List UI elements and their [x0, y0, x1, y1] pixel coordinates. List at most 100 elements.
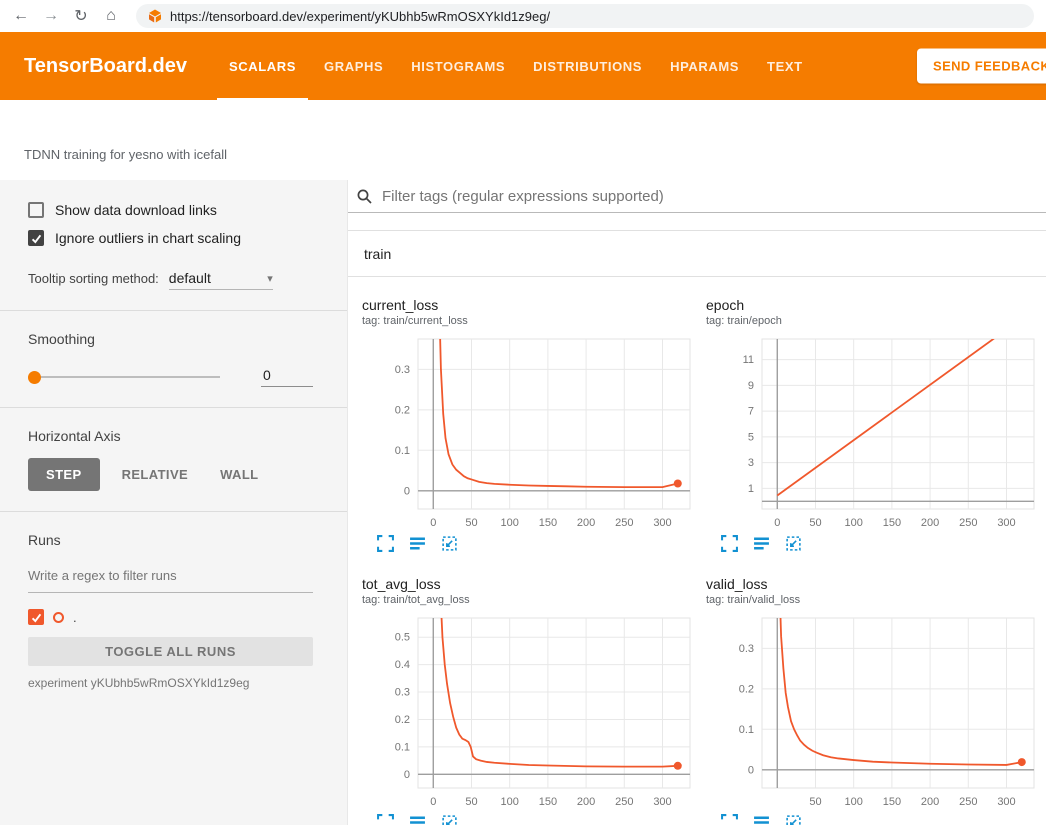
- smoothing-value-input[interactable]: 0: [261, 367, 313, 387]
- nav-tab-hparams[interactable]: HPARAMS: [656, 32, 753, 100]
- chart-tag: tag: train/epoch: [706, 315, 1042, 327]
- settings-sidebar: Show data download links Ignore outliers…: [0, 180, 348, 825]
- tag-filter-input[interactable]: [380, 187, 1038, 206]
- axis-button-wall[interactable]: WALL: [210, 458, 268, 491]
- svg-text:200: 200: [577, 517, 595, 529]
- ignore-outliers-row[interactable]: Ignore outliers in chart scaling: [28, 230, 313, 246]
- data-list-icon[interactable]: [753, 535, 770, 552]
- svg-text:50: 50: [809, 517, 821, 529]
- expand-chart-icon[interactable]: [721, 535, 738, 552]
- svg-text:100: 100: [845, 796, 863, 808]
- data-list-icon[interactable]: [409, 535, 426, 552]
- svg-text:0.1: 0.1: [395, 445, 410, 457]
- smoothing-slider[interactable]: [28, 370, 220, 384]
- svg-text:1: 1: [748, 483, 754, 495]
- slider-thumb[interactable]: [28, 371, 41, 384]
- address-bar[interactable]: https://tensorboard.dev/experiment/yKUbh…: [136, 4, 1034, 28]
- slider-track: [28, 376, 220, 378]
- data-list-icon[interactable]: [753, 814, 770, 825]
- axis-button-step[interactable]: STEP: [28, 458, 100, 491]
- browser-reload-button[interactable]: ↻: [68, 3, 94, 29]
- svg-text:100: 100: [501, 517, 519, 529]
- chart-toolbar: [362, 814, 698, 825]
- experiment-caption: experiment yKUbhb5wRmOSXYkId1z9eg: [28, 676, 313, 690]
- data-list-icon[interactable]: [409, 814, 426, 825]
- svg-text:150: 150: [883, 796, 901, 808]
- send-feedback-button[interactable]: SEND FEEDBACK: [917, 49, 1046, 84]
- svg-text:0: 0: [748, 764, 754, 776]
- fit-domain-icon[interactable]: [441, 814, 458, 825]
- svg-text:150: 150: [539, 796, 557, 808]
- divider: [0, 310, 347, 311]
- nav-tab-histograms[interactable]: HISTOGRAMS: [397, 32, 519, 100]
- tag-group-title: train: [364, 246, 391, 262]
- chart-plot[interactable]: 05010015020025030000.10.20.30.40.5: [362, 610, 698, 812]
- show-download-row[interactable]: Show data download links: [28, 202, 313, 218]
- expand-chart-icon[interactable]: [377, 535, 394, 552]
- chart-card: tot_avg_loss tag: train/tot_avg_loss 050…: [362, 576, 698, 825]
- nav-tab-scalars[interactable]: SCALARS: [215, 32, 310, 100]
- experiment-title: TDNN training for yesno with icefall: [24, 147, 227, 162]
- chart-title: epoch: [706, 297, 1042, 313]
- chart-title: valid_loss: [706, 576, 1042, 592]
- ignore-outliers-label: Ignore outliers in chart scaling: [55, 230, 241, 246]
- svg-text:200: 200: [921, 517, 939, 529]
- svg-text:250: 250: [615, 517, 633, 529]
- nav-tab-distributions[interactable]: DISTRIBUTIONS: [519, 32, 656, 100]
- run-checkbox[interactable]: [28, 609, 44, 625]
- nav-tab-graphs[interactable]: GRAPHS: [310, 32, 397, 100]
- chart-plot[interactable]: 0501001502002503001357911: [706, 331, 1042, 533]
- axis-button-relative[interactable]: RELATIVE: [112, 458, 199, 491]
- fit-domain-icon[interactable]: [785, 814, 802, 825]
- show-download-checkbox[interactable]: [28, 202, 44, 218]
- browser-toolbar: ← → ↻ ⌂ https://tensorboard.dev/experime…: [0, 0, 1046, 32]
- svg-text:100: 100: [501, 796, 519, 808]
- svg-text:200: 200: [921, 796, 939, 808]
- run-row[interactable]: .: [28, 609, 313, 625]
- chart-toolbar: [706, 814, 1042, 825]
- svg-text:300: 300: [997, 517, 1015, 529]
- browser-home-button[interactable]: ⌂: [98, 3, 124, 29]
- chevron-down-icon: ▾: [267, 272, 273, 285]
- divider: [0, 511, 347, 512]
- chart-toolbar: [362, 535, 698, 552]
- svg-text:7: 7: [748, 406, 754, 418]
- browser-forward-button[interactable]: →: [38, 3, 64, 29]
- horizontal-axis-buttons: STEP RELATIVE WALL: [28, 458, 313, 491]
- tag-filter-row: [348, 180, 1046, 213]
- svg-text:9: 9: [748, 380, 754, 392]
- svg-text:5: 5: [748, 431, 754, 443]
- horizontal-axis-label: Horizontal Axis: [28, 428, 313, 444]
- chart-title: current_loss: [362, 297, 698, 313]
- svg-text:0.1: 0.1: [739, 724, 754, 736]
- svg-text:0.1: 0.1: [395, 741, 410, 753]
- svg-text:0.4: 0.4: [395, 659, 410, 671]
- ignore-outliers-checkbox[interactable]: [28, 230, 44, 246]
- chart-plot[interactable]: 5010015020025030000.10.20.3: [706, 610, 1042, 812]
- svg-text:50: 50: [465, 517, 477, 529]
- expand-chart-icon[interactable]: [721, 814, 738, 825]
- app-logo[interactable]: TensorBoard.dev: [24, 55, 187, 78]
- search-icon: [356, 188, 373, 205]
- experiment-bar: TDNN training for yesno with icefall: [0, 100, 1046, 180]
- expand-chart-icon[interactable]: [377, 814, 394, 825]
- browser-back-button[interactable]: ←: [8, 3, 34, 29]
- svg-text:0.3: 0.3: [739, 643, 754, 655]
- fit-domain-icon[interactable]: [785, 535, 802, 552]
- chart-plot[interactable]: 05010015020025030000.10.20.3: [362, 331, 698, 533]
- runs-filter-input[interactable]: [28, 564, 313, 593]
- tooltip-sorting-select[interactable]: default ▾: [169, 270, 273, 290]
- tag-group-header[interactable]: train: [348, 231, 1046, 277]
- runs-label: Runs: [28, 532, 313, 548]
- svg-text:0.5: 0.5: [395, 632, 410, 644]
- chart-tag: tag: train/valid_loss: [706, 594, 1042, 606]
- svg-text:250: 250: [615, 796, 633, 808]
- tooltip-sorting-value: default: [169, 270, 211, 286]
- toggle-all-runs-button[interactable]: TOGGLE ALL RUNS: [28, 637, 313, 666]
- svg-text:50: 50: [465, 796, 477, 808]
- svg-text:300: 300: [653, 517, 671, 529]
- fit-domain-icon[interactable]: [441, 535, 458, 552]
- nav-tab-text[interactable]: TEXT: [753, 32, 817, 100]
- run-color-swatch: [53, 612, 64, 623]
- tooltip-sorting-label: Tooltip sorting method:: [28, 271, 159, 286]
